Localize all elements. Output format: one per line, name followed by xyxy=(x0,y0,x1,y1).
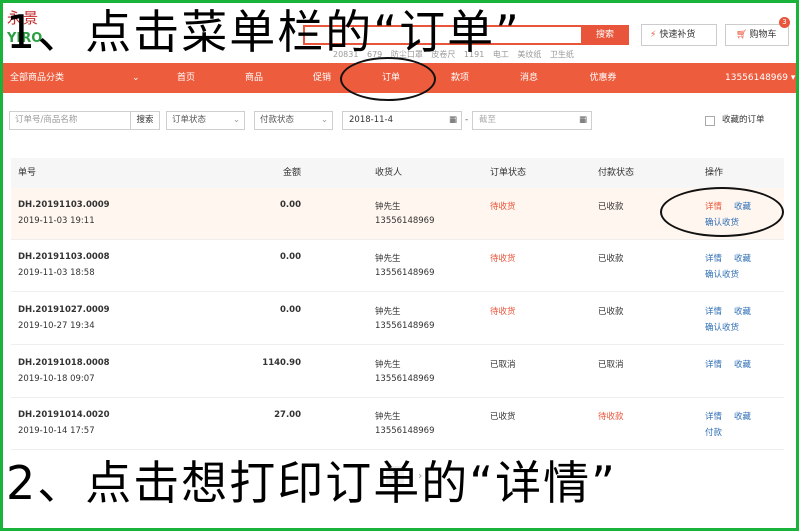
hot-keyword[interactable]: 卫生纸 xyxy=(550,50,574,59)
lightning-icon: ⚡ xyxy=(650,30,657,40)
order-time: 2019-10-27 19:34 xyxy=(18,321,95,331)
receiver-phone: 13556148969 xyxy=(375,374,435,384)
receiver-phone: 13556148969 xyxy=(375,321,435,331)
order-status-value: 订单状态 xyxy=(172,115,207,125)
order-amount: 1140.90 xyxy=(262,358,301,368)
favorites-label: 收藏的订单 xyxy=(722,115,765,125)
table-row: DH.20191018.0008 2019-10-18 09:07 1140.9… xyxy=(11,346,784,398)
order-amount: 0.00 xyxy=(280,200,301,210)
calendar-icon[interactable]: ▦ xyxy=(579,112,587,129)
order-no: DH.20191103.0009 xyxy=(18,200,110,210)
detail-link[interactable]: 详情 xyxy=(705,252,722,264)
chevron-down-icon: ⌄ xyxy=(232,115,240,125)
order-amount: 0.00 xyxy=(280,252,301,262)
keyword-input[interactable]: 订单号/商品名称 xyxy=(9,111,131,130)
payment-status: 已收款 xyxy=(598,307,624,317)
caret-down-icon: ▾ xyxy=(790,73,796,83)
order-time: 2019-11-03 19:11 xyxy=(18,216,95,226)
favorite-link[interactable]: 收藏 xyxy=(734,305,751,317)
payment-status-value: 付款状态 xyxy=(260,115,295,125)
receiver-name: 钟先生 xyxy=(375,307,401,317)
order-amount: 27.00 xyxy=(274,410,301,420)
receiver-name: 钟先生 xyxy=(375,412,401,422)
receiver-phone: 13556148969 xyxy=(375,426,435,436)
col-receiver: 收货人 xyxy=(375,168,403,178)
date-to-input[interactable]: 截至 ▦ xyxy=(472,111,592,130)
user-account-menu[interactable]: 13556148969 ▾ xyxy=(725,63,795,93)
payment-status: 已收款 xyxy=(598,202,624,212)
date-to-placeholder: 截至 xyxy=(479,115,497,125)
site-search-button[interactable]: 搜索 xyxy=(581,25,629,45)
cart-button[interactable]: 🛒︎ 购物车 xyxy=(725,24,789,46)
order-no: DH.20191027.0009 xyxy=(18,305,110,315)
detail-link[interactable]: 详情 xyxy=(705,305,722,317)
order-filters: 订单号/商品名称 搜索 订单状态 ⌄ 付款状态 ⌄ 2018-11-4 ▦ - … xyxy=(3,97,796,137)
favorites-checkbox[interactable] xyxy=(705,116,715,126)
favorite-link[interactable]: 收藏 xyxy=(734,252,751,264)
payment-status: 已取消 xyxy=(598,360,624,370)
nav-item-payments[interactable]: 款项 xyxy=(435,63,485,93)
all-categories-label: 全部商品分类 xyxy=(10,73,65,83)
chevron-down-icon: ⌄ xyxy=(132,73,140,83)
receiver-name: 钟先生 xyxy=(375,202,401,212)
confirm-receipt-link[interactable]: 确认收货 xyxy=(705,321,739,333)
cart-count-badge: 3 xyxy=(779,17,790,28)
receiver-phone: 13556148969 xyxy=(375,268,435,278)
order-status-select[interactable]: 订单状态 ⌄ xyxy=(166,111,245,130)
nav-item-messages[interactable]: 消息 xyxy=(504,63,554,93)
col-amount: 金额 xyxy=(283,168,302,178)
cart-icon: 🛒︎ xyxy=(736,30,748,40)
col-order-no: 单号 xyxy=(18,168,37,178)
receiver-phone: 13556148969 xyxy=(375,216,435,226)
cart-label: 购物车 xyxy=(749,30,777,40)
col-order-status: 订单状态 xyxy=(490,168,527,178)
favorite-link[interactable]: 收藏 xyxy=(734,410,751,422)
payment-status: 待收款 xyxy=(598,412,624,422)
quick-replenish-label: 快速补货 xyxy=(659,30,696,40)
filter-search-button[interactable]: 搜索 xyxy=(130,111,160,130)
favorite-link[interactable]: 收藏 xyxy=(734,358,751,370)
payment-status: 已收款 xyxy=(598,254,624,264)
order-status: 已收货 xyxy=(490,412,516,422)
calendar-icon[interactable]: ▦ xyxy=(449,112,457,129)
order-status: 已取消 xyxy=(490,360,516,370)
receiver-name: 钟先生 xyxy=(375,254,401,264)
table-row: DH.20191103.0008 2019-11-03 18:58 0.00 钟… xyxy=(11,240,784,292)
order-status: 待收货 xyxy=(490,307,516,317)
date-from-value: 2018-11-4 xyxy=(349,115,393,125)
order-no: DH.20191014.0020 xyxy=(18,410,110,420)
hot-keyword[interactable]: 美纹纸 xyxy=(517,50,541,59)
receiver-name: 钟先生 xyxy=(375,360,401,370)
confirm-receipt-link[interactable]: 确认收货 xyxy=(705,268,739,280)
date-from-input[interactable]: 2018-11-4 ▦ xyxy=(342,111,462,130)
step2-instruction: 2、点击想打印订单的“详情” xyxy=(6,456,617,510)
user-phone: 13556148969 xyxy=(725,73,788,83)
detail-link[interactable]: 详情 xyxy=(705,358,722,370)
chevron-down-icon: ⌄ xyxy=(320,115,328,125)
col-actions: 操作 xyxy=(705,168,724,178)
payment-status-select[interactable]: 付款状态 ⌄ xyxy=(254,111,333,130)
order-status: 待收货 xyxy=(490,254,516,264)
order-time: 2019-10-18 09:07 xyxy=(18,374,95,384)
pay-link[interactable]: 付款 xyxy=(705,426,722,438)
table-row: DH.20191027.0009 2019-10-27 19:34 0.00 钟… xyxy=(11,293,784,345)
order-no: DH.20191103.0008 xyxy=(18,252,110,262)
step1-instruction: 1、点击菜单栏的“订单” xyxy=(6,5,521,59)
table-header: 单号 金额 收货人 订单状态 付款状态 操作 xyxy=(11,158,784,188)
order-amount: 0.00 xyxy=(280,305,301,315)
all-categories-menu[interactable]: 全部商品分类 ⌄ xyxy=(10,63,140,93)
quick-replenish-button[interactable]: ⚡ 快速补货 xyxy=(641,24,717,46)
nav-item-coupons[interactable]: 优惠券 xyxy=(578,63,628,93)
nav-item-home[interactable]: 首页 xyxy=(161,63,211,93)
order-time: 2019-11-03 18:58 xyxy=(18,268,95,278)
date-range-dash: - xyxy=(465,115,469,125)
order-time: 2019-10-14 17:57 xyxy=(18,426,95,436)
nav-item-products[interactable]: 商品 xyxy=(229,63,279,93)
order-no: DH.20191018.0008 xyxy=(18,358,110,368)
table-row: DH.20191014.0020 2019-10-14 17:57 27.00 … xyxy=(11,398,784,450)
order-status: 待收货 xyxy=(490,202,516,212)
detail-highlight-circle xyxy=(660,187,784,237)
detail-link[interactable]: 详情 xyxy=(705,410,722,422)
col-payment-status: 付款状态 xyxy=(598,168,635,178)
